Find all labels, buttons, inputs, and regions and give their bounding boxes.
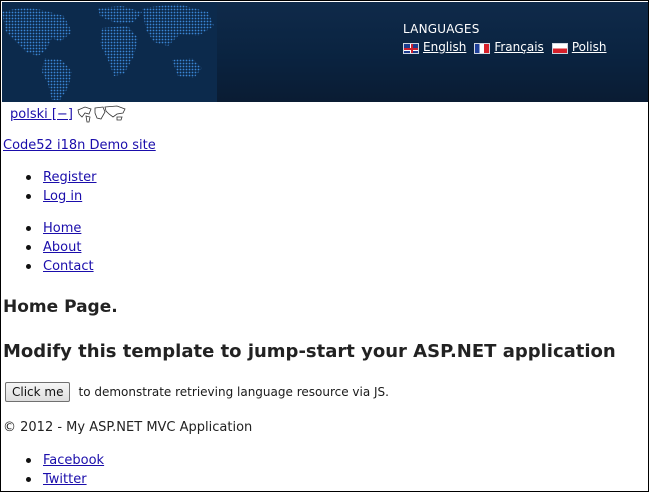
main-nav: Home About Contact xyxy=(2,219,94,276)
click-me-button[interactable]: Click me xyxy=(5,382,71,402)
list-item: Home xyxy=(2,219,94,238)
auth-links: Register Log in xyxy=(2,168,97,206)
page-subtitle: Modify this template to jump-start your … xyxy=(3,341,616,362)
header-banner: LANGUAGES English Français Polish xyxy=(2,2,648,102)
nav-about-link[interactable]: About xyxy=(43,240,81,255)
uk-flag-icon xyxy=(403,43,419,54)
list-item: Contact xyxy=(2,257,94,276)
language-links: English Français Polish xyxy=(403,39,607,54)
languages-panel: LANGUAGES English Français Polish xyxy=(403,22,607,54)
login-link[interactable]: Log in xyxy=(43,189,82,204)
current-language-toggle: polski [−] xyxy=(10,105,127,123)
language-link-french[interactable]: Français xyxy=(474,39,544,54)
language-label: Polish xyxy=(571,39,607,54)
world-map-icon xyxy=(77,105,126,123)
list-item: Log in xyxy=(2,187,97,206)
page-frame: LANGUAGES English Français Polish polski… xyxy=(0,0,649,492)
facebook-link[interactable]: Facebook xyxy=(43,453,104,468)
language-label: English xyxy=(423,39,467,54)
language-link-polish[interactable]: Polish xyxy=(551,39,607,54)
js-demo-row: Click me to demonstrate retrieving langu… xyxy=(5,382,389,402)
language-toggle-link[interactable]: polski [−] xyxy=(10,107,73,122)
world-map-graphic xyxy=(2,2,217,102)
site-title-link[interactable]: Code52 i18n Demo site xyxy=(3,138,156,153)
languages-title: LANGUAGES xyxy=(403,22,480,36)
copyright-text: © 2012 - My ASP.NET MVC Application xyxy=(3,420,253,435)
list-item: About xyxy=(2,238,94,257)
pl-flag-icon xyxy=(551,43,568,54)
twitter-link[interactable]: Twitter xyxy=(43,472,87,487)
js-demo-hint: to demonstrate retrieving language resou… xyxy=(78,385,389,399)
register-link[interactable]: Register xyxy=(43,170,97,185)
fr-flag-icon xyxy=(474,43,491,54)
page-title: Home Page. xyxy=(3,297,118,317)
social-links: Facebook Twitter xyxy=(2,451,104,489)
list-item: Register xyxy=(2,168,97,187)
list-item: Twitter xyxy=(2,470,104,489)
nav-home-link[interactable]: Home xyxy=(43,221,81,236)
nav-contact-link[interactable]: Contact xyxy=(43,259,94,274)
language-link-english[interactable]: English xyxy=(403,39,466,54)
list-item: Facebook xyxy=(2,451,104,470)
language-label: Français xyxy=(494,39,544,54)
